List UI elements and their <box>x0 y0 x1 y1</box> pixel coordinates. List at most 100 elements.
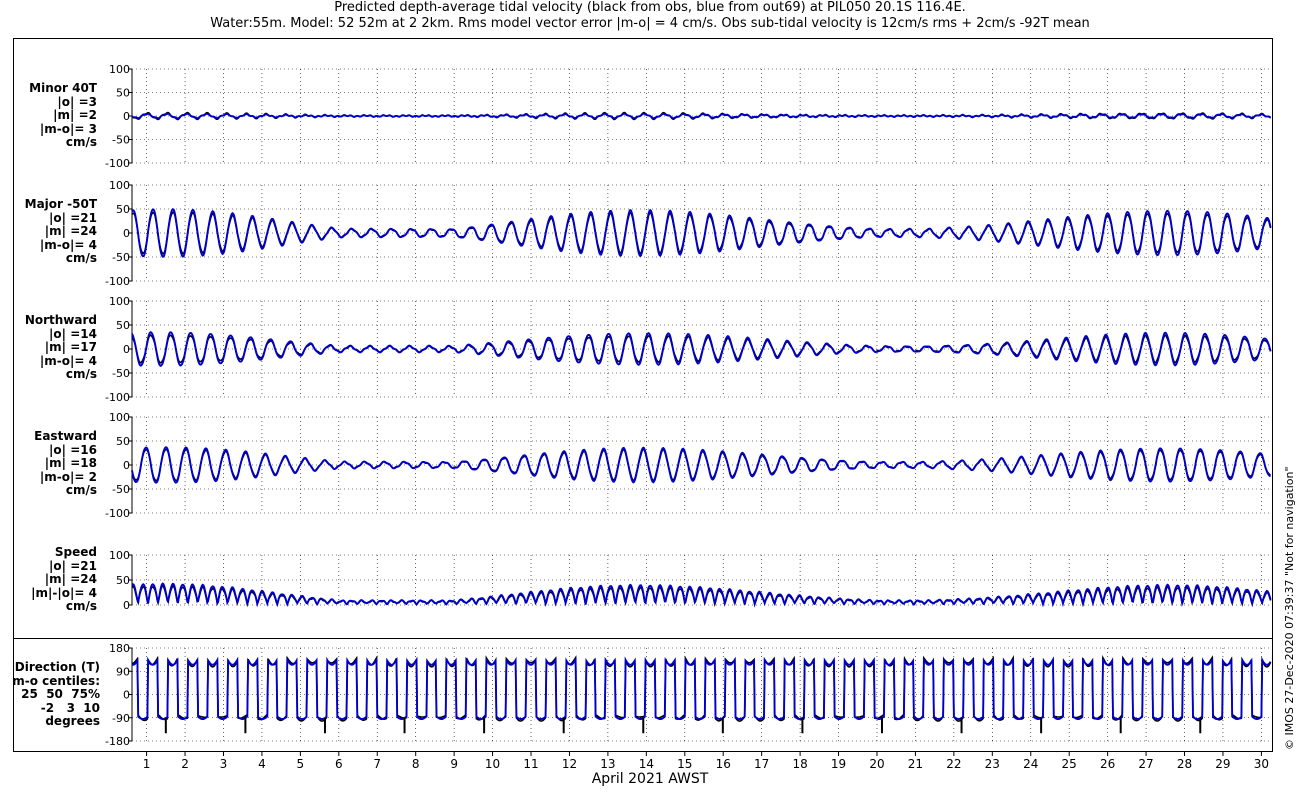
y-tick-label-2-3: -50 <box>112 367 130 380</box>
panel-minor-line-1: Minor 40T <box>29 81 97 95</box>
y-tick-label-5-3: -90 <box>112 712 130 725</box>
y-tick-label-3-3: -50 <box>112 483 130 496</box>
model-series-line-3 <box>131 446 1271 484</box>
panel-east-line-3: |m| =18 <box>44 456 97 470</box>
panel-north-line-2: |o| =14 <box>49 326 97 341</box>
x-tick-label-23: 23 <box>985 757 1000 771</box>
model-series-line-0 <box>131 112 1272 120</box>
x-tick-label-19: 19 <box>831 757 846 771</box>
panel-dir-line-1: Direction (T) <box>14 660 100 674</box>
x-tick-label-22: 22 <box>946 757 961 771</box>
model-series-line-2 <box>131 331 1272 367</box>
y-tick-label-4-0: 100 <box>109 549 130 562</box>
x-axis-label: April 2021 AWST <box>591 771 709 787</box>
x-tick-label-29: 29 <box>1215 757 1230 771</box>
y-tick-label-3-2: 0 <box>123 459 130 472</box>
y-tick-label-0-3: -50 <box>112 134 130 147</box>
panel-speed-line-4: |m|-|o|= 4 <box>31 585 97 600</box>
obs-series-line-5 <box>131 655 1272 722</box>
panel-east-line-5: cm/s <box>65 483 97 497</box>
y-tick-label-4-2: 0 <box>123 599 130 612</box>
panel-label-eastward: Eastward |o| =16 |m| =18 |m-o|= 2 cm/s <box>8 429 97 498</box>
x-tick-label-28: 28 <box>1177 757 1192 771</box>
y-tick-label-3-0: 100 <box>109 411 130 424</box>
panel-east-line-4: |m-o|= 2 <box>39 469 97 484</box>
panel-major-line-2: |o| =21 <box>49 210 97 225</box>
y-tick-label-2-0: 100 <box>109 295 130 308</box>
y-tick-label-4-1: 50 <box>116 574 130 587</box>
y-tick-label-1-3: -50 <box>112 251 130 264</box>
x-tick-label-20: 20 <box>869 757 884 771</box>
y-tick-label-2-1: 50 <box>116 319 130 332</box>
y-tick-label-1-0: 100 <box>109 179 130 192</box>
panel-dir-line-5: degrees <box>45 714 100 728</box>
panel-label-speed: Speed |o| =21 |m| =24 |m|-|o|= 4 cm/s <box>8 545 97 614</box>
y-tick-label-0-2: 0 <box>123 110 130 123</box>
y-tick-label-5-2: 0 <box>123 689 130 702</box>
panel-north-line-1: Northward <box>24 313 97 327</box>
panel-major-line-4: |m-o|= 4 <box>39 237 97 252</box>
x-tick-label-3: 3 <box>220 757 228 771</box>
panel-speed-line-5: cm/s <box>65 599 97 613</box>
panel-dir-line-4: -2 3 10 <box>40 700 100 715</box>
tidal-velocity-plot: 100500-50-100100500-50-100100500-50-1001… <box>13 38 1273 771</box>
panel-east-line-2: |o| =16 <box>49 442 97 457</box>
x-tick-label-18: 18 <box>792 757 807 771</box>
panel-speed-line-1: Speed <box>54 545 97 559</box>
x-tick-label-4: 4 <box>258 757 266 771</box>
y-tick-label-0-1: 50 <box>116 87 130 100</box>
model-series-line-1 <box>131 208 1272 258</box>
x-tick-label-6: 6 <box>335 757 343 771</box>
x-tick-label-16: 16 <box>716 757 731 771</box>
y-tick-label-3-4: -100 <box>105 507 130 520</box>
x-tick-label-7: 7 <box>373 757 381 771</box>
model-series-line-4 <box>131 582 1272 608</box>
y-tick-label-5-0: 180 <box>109 642 130 655</box>
x-tick-label-13: 13 <box>600 757 615 771</box>
panel-minor-line-5: cm/s <box>65 135 97 149</box>
x-tick-label-21: 21 <box>908 757 923 771</box>
x-tick-label-17: 17 <box>754 757 769 771</box>
x-tick-label-27: 27 <box>1138 757 1153 771</box>
x-tick-label-26: 26 <box>1100 757 1115 771</box>
x-tick-label-5: 5 <box>297 757 305 771</box>
panel-minor-line-4: |m-o|= 3 <box>39 121 97 136</box>
x-tick-label-15: 15 <box>677 757 692 771</box>
y-tick-label-0-4: -100 <box>105 157 130 170</box>
x-tick-label-24: 24 <box>1023 757 1038 771</box>
model-series-line-5 <box>131 656 1272 720</box>
direction-frame <box>13 638 1273 752</box>
y-tick-label-3-1: 50 <box>116 435 130 448</box>
panel-speed-line-2: |o| =21 <box>49 558 97 573</box>
panel-label-direction: Direction (T) m-o centiles: 25 50 75% -2… <box>8 660 100 729</box>
y-tick-label-1-2: 0 <box>123 227 130 240</box>
x-tick-label-11: 11 <box>523 757 538 771</box>
panel-label-northward: Northward |o| =14 |m| =17 |m-o|= 4 cm/s <box>8 313 97 382</box>
x-tick-label-1: 1 <box>143 757 151 771</box>
y-tick-label-5-1: 90 <box>116 665 130 678</box>
panel-label-minor: Minor 40T |o| =3 |m| =2 |m-o|= 3 cm/s <box>8 81 97 150</box>
panel-east-line-1: Eastward <box>34 429 97 443</box>
x-tick-label-12: 12 <box>562 757 577 771</box>
panel-speed-line-3: |m| =24 <box>44 572 97 586</box>
y-tick-label-0-0: 100 <box>109 63 130 76</box>
y-tick-label-1-1: 50 <box>116 203 130 216</box>
x-tick-label-25: 25 <box>1062 757 1077 771</box>
panel-major-line-3: |m| =24 <box>44 224 97 238</box>
panel-north-line-4: |m-o|= 4 <box>39 353 97 368</box>
panel-minor-line-3: |m| =2 <box>53 108 97 122</box>
y-tick-label-5-4: -180 <box>105 735 130 748</box>
panel-dir-line-2: m-o centiles: <box>12 673 100 688</box>
x-tick-label-14: 14 <box>639 757 654 771</box>
panel-north-line-3: |m| =17 <box>44 340 97 354</box>
x-tick-label-9: 9 <box>450 757 458 771</box>
panel-minor-line-2: |o| =3 <box>57 94 97 109</box>
x-tick-label-10: 10 <box>485 757 500 771</box>
x-tick-label-8: 8 <box>412 757 420 771</box>
x-tick-label-2: 2 <box>181 757 189 771</box>
y-tick-label-2-2: 0 <box>123 343 130 356</box>
y-tick-label-1-4: -100 <box>105 275 130 288</box>
panel-north-line-5: cm/s <box>65 367 97 381</box>
panel-dir-line-3: 25 50 75% <box>21 687 100 701</box>
y-tick-label-2-4: -100 <box>105 391 130 404</box>
